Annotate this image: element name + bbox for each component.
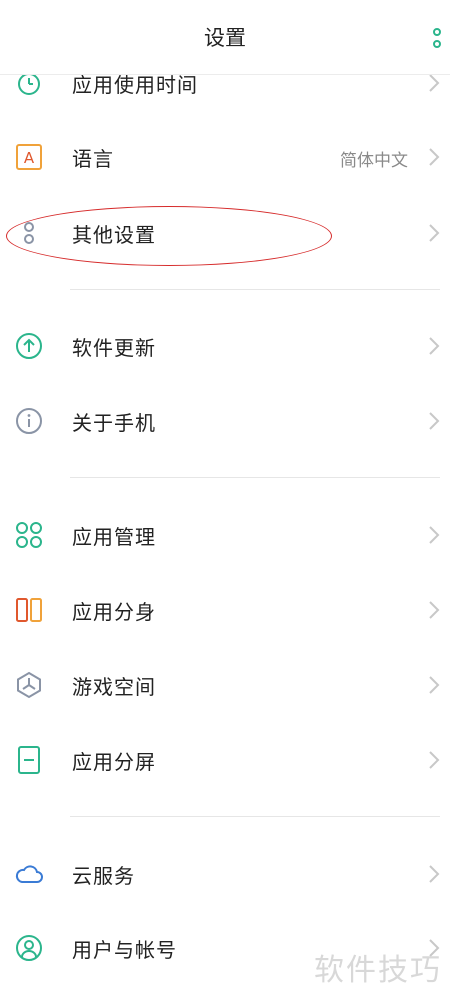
settings-item-label: 应用管理: [72, 525, 156, 549]
chevron-right-icon: [429, 412, 440, 430]
game-space-icon: [17, 671, 41, 699]
watermark: 软件技巧: [314, 953, 442, 988]
app-clone-icon: [16, 598, 42, 622]
other-settings-icon: [24, 222, 34, 244]
settings-item-app-clone[interactable]: 应用分身: [0, 573, 450, 647]
page-title: 设置: [204, 26, 246, 50]
app-manage-icon: [16, 522, 42, 548]
settings-item-label: 其他设置: [72, 223, 156, 247]
split-screen-icon: [18, 746, 40, 774]
settings-item-app-management[interactable]: 应用管理: [0, 498, 450, 572]
settings-item-label: 应用分屏: [72, 750, 156, 774]
account-icon: [16, 935, 42, 961]
chevron-right-icon: [429, 526, 440, 544]
settings-item-split-screen[interactable]: 应用分屏: [0, 723, 450, 797]
chevron-right-icon: [429, 337, 440, 355]
settings-item-software-update[interactable]: 软件更新: [0, 309, 450, 383]
svg-text:A: A: [24, 149, 35, 167]
language-icon: A: [16, 144, 42, 170]
settings-item-cloud-service[interactable]: 云服务: [0, 837, 450, 911]
section-divider: [70, 477, 440, 478]
settings-item-about-phone[interactable]: 关于手机: [0, 384, 450, 458]
chevron-right-icon: [429, 676, 440, 694]
chevron-right-icon: [429, 601, 440, 619]
settings-item-label: 关于手机: [72, 411, 156, 435]
settings-item-language[interactable]: A 语言 简体中文: [0, 120, 450, 194]
settings-item-label: 云服务: [72, 864, 135, 888]
update-icon: [16, 333, 42, 359]
settings-item-label: 语言: [72, 147, 114, 171]
cloud-icon: [15, 865, 43, 883]
settings-item-label: 软件更新: [72, 336, 156, 360]
chevron-right-icon: [429, 148, 440, 166]
settings-item-game-space[interactable]: 游戏空间: [0, 648, 450, 722]
more-vertical-icon[interactable]: [432, 26, 442, 50]
info-icon: [16, 408, 42, 434]
chevron-right-icon: [429, 224, 440, 242]
settings-item-label: 用户与帐号: [72, 938, 177, 962]
section-divider: [70, 289, 440, 290]
chevron-right-icon: [429, 74, 440, 92]
top-bar: 设置: [0, 0, 450, 75]
settings-item-label: 应用分身: [72, 600, 156, 624]
section-divider: [70, 816, 440, 817]
settings-item-other-settings[interactable]: 其他设置: [0, 196, 450, 270]
settings-item-label: 游戏空间: [72, 675, 156, 699]
settings-item-value: 简体中文: [340, 151, 408, 171]
chevron-right-icon: [429, 751, 440, 769]
chevron-right-icon: [429, 865, 440, 883]
